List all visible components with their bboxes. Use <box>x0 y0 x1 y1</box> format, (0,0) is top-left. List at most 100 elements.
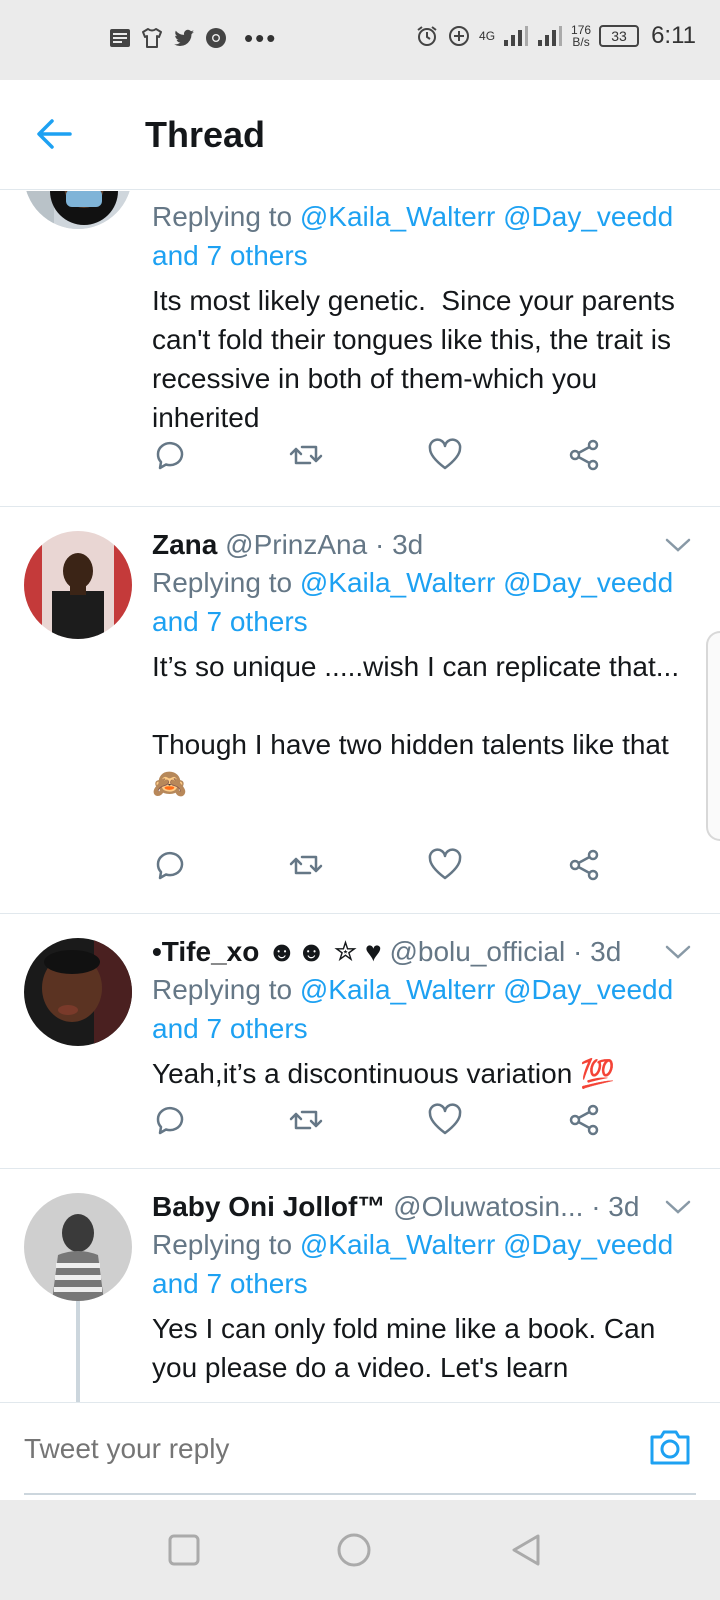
avatar-image <box>24 531 132 639</box>
tweet-actions <box>152 847 622 887</box>
speed-unit: B/s <box>572 35 590 49</box>
back-triangle-icon[interactable] <box>506 1530 546 1570</box>
user-handle[interactable]: @Oluwatosin... <box>393 1191 583 1222</box>
avatar[interactable] <box>24 191 132 229</box>
system-indicators: 4G 176 B/s 33 6:11 <box>415 22 696 50</box>
tweet-text: Yes I can only fold mine like a book. Ca… <box>152 1313 664 1383</box>
signal-icon-2 <box>538 26 563 46</box>
tweet-time: · 3d <box>367 529 424 560</box>
network-type: 4G <box>479 29 496 43</box>
mention-link[interactable]: @Day_veedd <box>503 201 673 232</box>
edge-panel-handle[interactable] <box>706 631 720 841</box>
avatar[interactable] <box>24 531 132 639</box>
chevron-down-icon[interactable] <box>664 942 692 962</box>
avatar[interactable] <box>24 938 132 1046</box>
tweet-header: •Tife_xo ☻☻ ✮ ♥ @bolu_official · 3d <box>152 934 700 970</box>
twitter-bird-icon <box>174 29 194 46</box>
thread-connector-line <box>76 1301 80 1402</box>
like-heart-icon[interactable] <box>427 437 463 473</box>
chevron-down-icon[interactable] <box>664 535 692 555</box>
tweet-text: Yeah,it’s a discontinuous variation 💯 <box>152 1054 700 1093</box>
message-icon <box>110 29 130 47</box>
notification-icons: ••• <box>108 23 278 53</box>
others-link[interactable]: and 7 others <box>152 606 308 637</box>
see-no-evil-monkey-emoji: 🙈 <box>152 768 187 799</box>
reply-icon[interactable] <box>152 1102 188 1138</box>
tweet[interactable]: Zana @PrinzAna · 3d Replying to @Kaila_W… <box>0 507 720 914</box>
clock: 6:11 <box>651 22 696 49</box>
chrome-icon <box>206 28 226 48</box>
camera-icon[interactable] <box>648 1427 692 1467</box>
mention-link[interactable]: @Kaila_Walterr <box>300 567 495 598</box>
alarm-icon <box>417 26 437 46</box>
network-speed: 176 B/s <box>571 24 591 48</box>
others-link[interactable]: and 7 others <box>152 240 308 271</box>
tweet-time: · 3d <box>565 936 622 967</box>
replying-to: Replying to @Kaila_Walterr @Day_veeddand… <box>152 563 700 641</box>
others-link[interactable]: and 7 others <box>152 1013 308 1044</box>
system-navigation-bar <box>0 1500 720 1600</box>
avatar[interactable] <box>24 1193 132 1301</box>
replying-prefix: Replying to <box>152 1229 300 1260</box>
tweet-actions <box>152 1102 622 1142</box>
chevron-down-icon[interactable] <box>664 1197 692 1217</box>
retweet-icon[interactable] <box>288 437 324 473</box>
avatar-image <box>24 191 132 229</box>
like-heart-icon[interactable] <box>427 847 463 883</box>
tweet-text-body: It’s so unique .....wish I can replicate… <box>152 651 680 760</box>
mention-link[interactable]: @Day_veedd <box>503 974 673 1005</box>
retweet-icon[interactable] <box>288 1102 324 1138</box>
avatar-image <box>24 938 132 1046</box>
thread-header: Thread <box>0 80 720 190</box>
tweet-text: Its most likely genetic. Since your pare… <box>152 285 683 433</box>
avatar-image <box>24 1193 132 1301</box>
user-handle[interactable]: @bolu_official <box>389 936 565 967</box>
replying-to: Replying to @Kaila_Walterr @Day_veeddand… <box>152 1225 700 1303</box>
others-link[interactable]: and 7 others <box>152 1268 308 1299</box>
replying-prefix: Replying to <box>152 974 300 1005</box>
share-icon[interactable] <box>566 847 602 883</box>
mention-link[interactable]: @Kaila_Walterr <box>300 974 495 1005</box>
more-notifications-icon: ••• <box>244 23 278 53</box>
reply-icon[interactable] <box>152 847 188 883</box>
shirt-icon <box>142 28 162 48</box>
tweet[interactable]: Baby Oni Jollof™ @Oluwatosin... · 3d Rep… <box>0 1169 720 1402</box>
battery-indicator: 33 <box>599 25 640 47</box>
reply-composer <box>0 1402 720 1498</box>
share-icon[interactable] <box>566 1102 602 1138</box>
signal-icon <box>504 26 529 46</box>
display-name[interactable]: Baby Oni Jollof™ <box>152 1191 385 1222</box>
hundred-points-emoji: 💯 <box>580 1058 615 1089</box>
tweet-header: Baby Oni Jollof™ @Oluwatosin... · 3d <box>152 1189 700 1225</box>
thread-feed[interactable]: Replying to @Kaila_Walterr @Day_veeddand… <box>0 191 720 1402</box>
tweet-text: It’s so unique .....wish I can replicate… <box>152 647 700 803</box>
tweet-header: Zana @PrinzAna · 3d <box>152 527 700 563</box>
back-arrow-icon[interactable] <box>34 114 74 154</box>
display-name[interactable]: •Tife_xo ☻☻ ✮ ♥ <box>152 936 382 967</box>
mention-link[interactable]: @Kaila_Walterr <box>300 1229 495 1260</box>
recents-square-icon[interactable] <box>164 1530 204 1570</box>
tweet-actions <box>152 437 622 477</box>
like-heart-icon[interactable] <box>427 1102 463 1138</box>
home-circle-icon[interactable] <box>334 1530 374 1570</box>
data-saver-icon <box>449 26 470 46</box>
replying-to: Replying to @Kaila_Walterr @Day_veedd and… <box>152 197 700 275</box>
status-bar: ••• 4G 176 B/s 33 6:11 <box>0 0 720 80</box>
tweet-time: · 3d <box>583 1191 640 1222</box>
tweet-text-body: Yeah,it’s a discontinuous variation <box>152 1058 581 1089</box>
retweet-icon[interactable] <box>288 847 324 883</box>
reply-underline <box>24 1493 696 1495</box>
page-title: Thread <box>145 114 266 155</box>
reply-input[interactable] <box>24 1433 584 1465</box>
tweet[interactable]: •Tife_xo ☻☻ ✮ ♥ @bolu_official · 3d Repl… <box>0 914 720 1169</box>
tweet[interactable]: Replying to @Kaila_Walterr @Day_veedd and… <box>0 191 720 507</box>
share-icon[interactable] <box>566 437 602 473</box>
mention-link[interactable]: @Day_veedd <box>503 567 673 598</box>
display-name[interactable]: Zana <box>152 529 217 560</box>
reply-icon[interactable] <box>152 437 188 473</box>
replying-prefix: Replying to <box>152 567 300 598</box>
user-handle[interactable]: @PrinzAna <box>225 529 367 560</box>
mention-link[interactable]: @Kaila_Walterr <box>300 201 495 232</box>
replying-to: Replying to @Kaila_Walterr @Day_veeddand… <box>152 970 700 1048</box>
mention-link[interactable]: @Day_veedd <box>503 1229 673 1260</box>
